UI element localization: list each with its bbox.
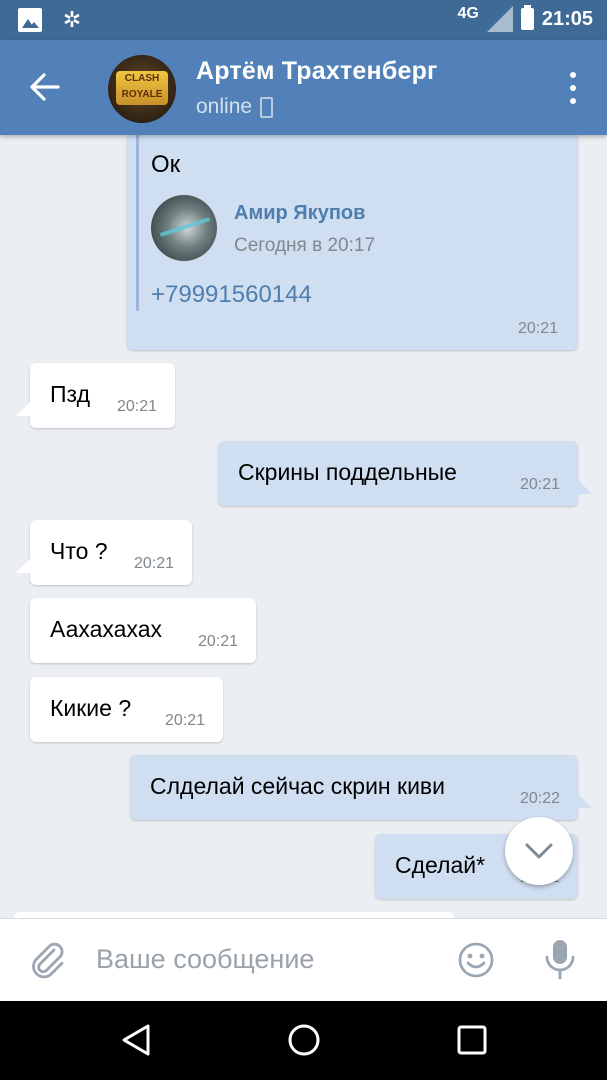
message-time: 20:21	[116, 398, 157, 415]
avatar-logo: CLASH ROYALE	[116, 71, 168, 105]
message-text: Сделай*	[395, 852, 486, 878]
message-text: Аахахахах	[50, 616, 162, 642]
message-time: 20:21	[133, 555, 174, 572]
status-bar: ✲ 4G 21:05	[0, 0, 607, 40]
message-time: 20:21	[197, 633, 238, 650]
forward-quote-bar	[136, 135, 139, 311]
triangle-back-icon	[122, 1024, 150, 1056]
microphone-icon	[545, 940, 575, 980]
network-type: 4G	[457, 5, 479, 22]
nav-recents-button[interactable]	[454, 1022, 490, 1058]
chevron-down-icon	[525, 843, 553, 859]
menu-dot	[570, 72, 576, 78]
message-text: Слделай сейчас скрин киви	[150, 773, 446, 799]
composer: Ваше сообщение	[0, 918, 607, 1001]
gallery-icon	[18, 8, 42, 32]
back-arrow-icon	[30, 73, 60, 101]
message-incoming[interactable]: Пзд 20:21	[16, 363, 175, 428]
message-time: 20:22	[519, 790, 560, 807]
clock: 21:05	[541, 7, 593, 30]
forwarded-author-avatar[interactable]	[151, 195, 217, 261]
attach-button[interactable]	[28, 939, 68, 979]
nav-back-button[interactable]	[118, 1022, 154, 1058]
bubble-tail	[16, 400, 32, 416]
system-nav-bar	[0, 1000, 607, 1080]
message-incoming[interactable]: Кикие ? 20:21	[30, 677, 223, 742]
bubble-tail	[16, 557, 32, 573]
scroll-down-button[interactable]	[505, 817, 573, 885]
forwarded-text: Ок	[151, 151, 181, 178]
paperclip-icon	[32, 942, 64, 979]
back-button[interactable]	[26, 70, 64, 104]
circle-home-icon	[288, 1024, 320, 1056]
chat-header: CLASH ROYALE Артём Трахтенберг online	[0, 40, 607, 135]
message-text: Что ?	[50, 538, 108, 564]
message-time: 20:21	[517, 320, 558, 337]
message-incoming[interactable]: Аахахахах 20:21	[30, 598, 256, 663]
message-input[interactable]: Ваше сообщение	[96, 944, 314, 975]
smile-icon	[458, 942, 494, 978]
message-time: 20:21	[164, 712, 205, 729]
phone-link[interactable]: +79991560144	[151, 281, 312, 309]
battery-icon	[520, 5, 534, 30]
menu-dot	[570, 85, 576, 91]
message-outgoing[interactable]: Скрины поддельные 20:21	[218, 441, 592, 506]
bubble-tail	[576, 478, 592, 494]
online-status: online	[196, 95, 274, 119]
forwarded-message[interactable]: Ок Амир Якупов Сегодня в 20:17 +79991560…	[127, 135, 578, 350]
forwarded-author-name[interactable]: Амир Якупов	[234, 202, 365, 225]
contact-name[interactable]: Артём Трахтенберг	[196, 57, 438, 86]
message-text: Скрины поддельные	[238, 459, 457, 485]
avatar[interactable]: CLASH ROYALE	[108, 55, 176, 123]
emoji-button[interactable]	[456, 940, 496, 980]
message-time: 20:21	[519, 476, 560, 493]
message-outgoing[interactable]: Слделай сейчас скрин киви 20:22	[130, 755, 592, 820]
forwarded-date: Сегодня в 20:17	[234, 235, 376, 256]
square-recents-icon	[457, 1025, 487, 1055]
online-status-label: online	[196, 95, 253, 118]
message-incoming[interactable]: Что ? 20:21	[16, 520, 192, 585]
message-text: Кикие ?	[50, 695, 132, 721]
voice-record-button[interactable]	[540, 937, 580, 981]
bubble-tail	[576, 792, 592, 808]
nav-home-button[interactable]	[286, 1022, 322, 1058]
message-text: Пзд	[50, 381, 90, 407]
menu-dot	[570, 98, 576, 104]
settings-notification-icon: ✲	[62, 7, 82, 32]
signal-icon	[486, 6, 513, 32]
mobile-icon	[260, 96, 274, 118]
more-menu-button[interactable]	[569, 72, 577, 104]
